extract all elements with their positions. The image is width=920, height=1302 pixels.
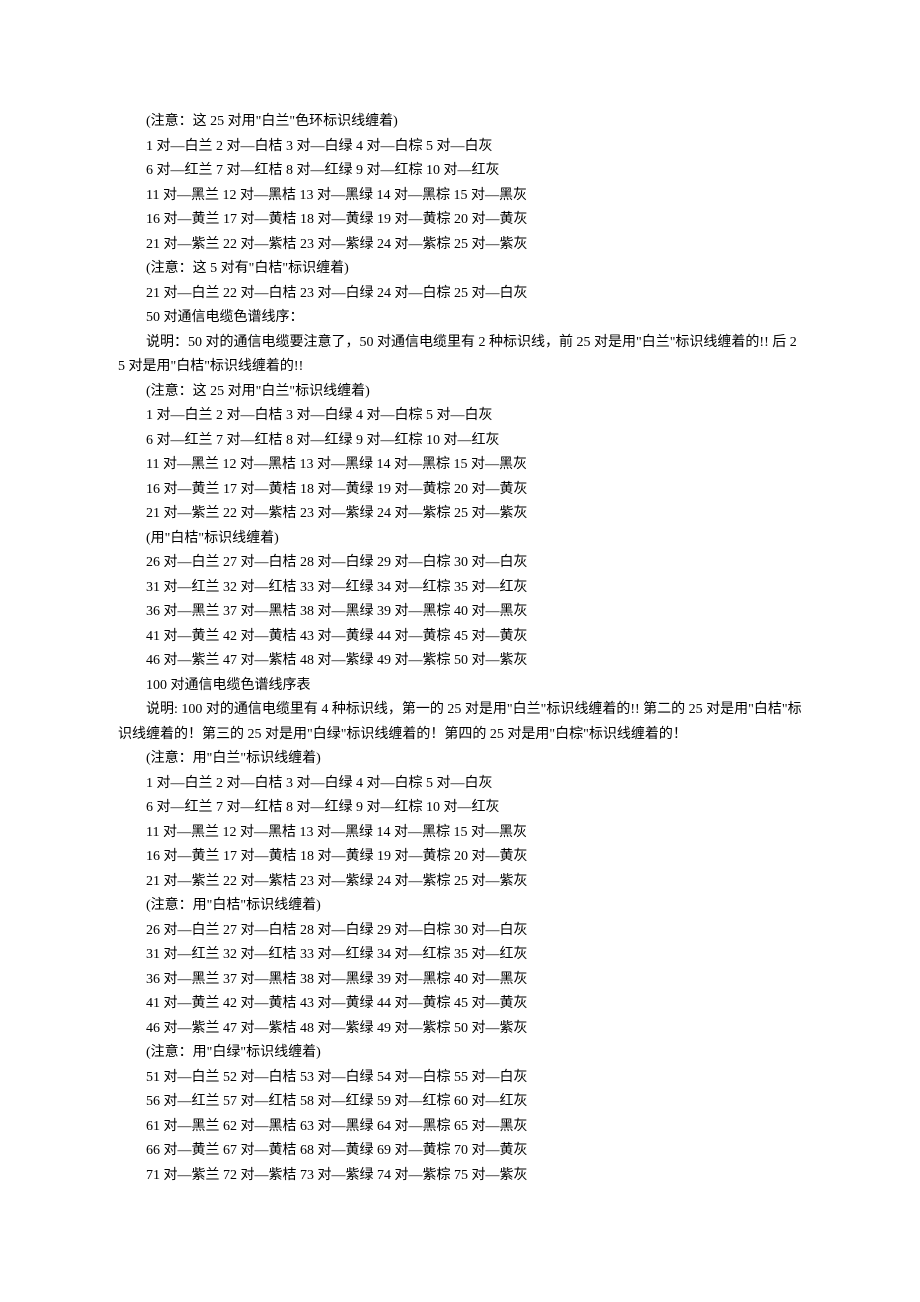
text-line: 16 对—黄兰 17 对—黄桔 18 对—黄绿 19 对—黄棕 20 对—黄灰 <box>118 845 802 870</box>
text-line: 11 对—黑兰 12 对—黑桔 13 对—黑绿 14 对—黑棕 15 对—黑灰 <box>118 821 802 846</box>
text-line: (注意：用"白兰"标识线缠着) <box>118 747 802 772</box>
text-line: 6 对—红兰 7 对—红桔 8 对—红绿 9 对—红棕 10 对—红灰 <box>118 796 802 821</box>
text-line: 100 对通信电缆色谱线序表 <box>118 674 802 699</box>
text-line: 6 对—红兰 7 对—红桔 8 对—红绿 9 对—红棕 10 对—红灰 <box>118 159 802 184</box>
text-line: 71 对—紫兰 72 对—紫桔 73 对—紫绿 74 对—紫棕 75 对—紫灰 <box>118 1164 802 1189</box>
text-line: 26 对—白兰 27 对—白桔 28 对—白绿 29 对—白棕 30 对—白灰 <box>118 551 802 576</box>
text-line: 21 对—白兰 22 对—白桔 23 对—白绿 24 对—白棕 25 对—白灰 <box>118 282 802 307</box>
text-line: 31 对—红兰 32 对—红桔 33 对—红绿 34 对—红棕 35 对—红灰 <box>118 943 802 968</box>
text-line: 41 对—黄兰 42 对—黄桔 43 对—黄绿 44 对—黄棕 45 对—黄灰 <box>118 992 802 1017</box>
text-line: 56 对—红兰 57 对—红桔 58 对—红绿 59 对—红棕 60 对—红灰 <box>118 1090 802 1115</box>
text-line: (注意：这 25 对用"白兰"色环标识线缠着) <box>118 110 802 135</box>
text-line: (注意：这 25 对用"白兰"标识线缠着) <box>118 380 802 405</box>
text-line: (注意：用"白绿"标识线缠着) <box>118 1041 802 1066</box>
text-line: 1 对—白兰 2 对—白桔 3 对—白绿 4 对—白棕 5 对—白灰 <box>118 135 802 160</box>
text-line: 50 对通信电缆色谱线序： <box>118 306 802 331</box>
text-line: 21 对—紫兰 22 对—紫桔 23 对—紫绿 24 对—紫棕 25 对—紫灰 <box>118 870 802 895</box>
text-line: 11 对—黑兰 12 对—黑桔 13 对—黑绿 14 对—黑棕 15 对—黑灰 <box>118 453 802 478</box>
text-line: 51 对—白兰 52 对—白桔 53 对—白绿 54 对—白棕 55 对—白灰 <box>118 1066 802 1091</box>
text-line: 61 对—黑兰 62 对—黑桔 63 对—黑绿 64 对—黑棕 65 对—黑灰 <box>118 1115 802 1140</box>
text-line: 16 对—黄兰 17 对—黄桔 18 对—黄绿 19 对—黄棕 20 对—黄灰 <box>118 208 802 233</box>
text-line: 1 对—白兰 2 对—白桔 3 对—白绿 4 对—白棕 5 对—白灰 <box>118 772 802 797</box>
text-line: 说明：50 对的通信电缆要注意了，50 对通信电缆里有 2 种标识线，前 25 … <box>118 331 802 380</box>
text-line: (注意：用"白桔"标识线缠着) <box>118 894 802 919</box>
text-line: 11 对—黑兰 12 对—黑桔 13 对—黑绿 14 对—黑棕 15 对—黑灰 <box>118 184 802 209</box>
text-line: (用"白桔"标识线缠着) <box>118 527 802 552</box>
text-line: 说明: 100 对的通信电缆里有 4 种标识线，第一的 25 对是用"白兰"标识… <box>118 698 802 747</box>
text-line: 36 对—黑兰 37 对—黑桔 38 对—黑绿 39 对—黑棕 40 对—黑灰 <box>118 600 802 625</box>
document-page: (注意：这 25 对用"白兰"色环标识线缠着) 1 对—白兰 2 对—白桔 3 … <box>0 0 920 1248</box>
text-line: 21 对—紫兰 22 对—紫桔 23 对—紫绿 24 对—紫棕 25 对—紫灰 <box>118 233 802 258</box>
text-line: 46 对—紫兰 47 对—紫桔 48 对—紫绿 49 对—紫棕 50 对—紫灰 <box>118 1017 802 1042</box>
text-line: 21 对—紫兰 22 对—紫桔 23 对—紫绿 24 对—紫棕 25 对—紫灰 <box>118 502 802 527</box>
text-line: 66 对—黄兰 67 对—黄桔 68 对—黄绿 69 对—黄棕 70 对—黄灰 <box>118 1139 802 1164</box>
text-line: 6 对—红兰 7 对—红桔 8 对—红绿 9 对—红棕 10 对—红灰 <box>118 429 802 454</box>
text-line: (注意：这 5 对有"白桔"标识缠着) <box>118 257 802 282</box>
text-line: 41 对—黄兰 42 对—黄桔 43 对—黄绿 44 对—黄棕 45 对—黄灰 <box>118 625 802 650</box>
text-line: 36 对—黑兰 37 对—黑桔 38 对—黑绿 39 对—黑棕 40 对—黑灰 <box>118 968 802 993</box>
text-line: 46 对—紫兰 47 对—紫桔 48 对—紫绿 49 对—紫棕 50 对—紫灰 <box>118 649 802 674</box>
text-line: 31 对—红兰 32 对—红桔 33 对—红绿 34 对—红棕 35 对—红灰 <box>118 576 802 601</box>
text-line: 1 对—白兰 2 对—白桔 3 对—白绿 4 对—白棕 5 对—白灰 <box>118 404 802 429</box>
text-line: 26 对—白兰 27 对—白桔 28 对—白绿 29 对—白棕 30 对—白灰 <box>118 919 802 944</box>
text-line: 16 对—黄兰 17 对—黄桔 18 对—黄绿 19 对—黄棕 20 对—黄灰 <box>118 478 802 503</box>
